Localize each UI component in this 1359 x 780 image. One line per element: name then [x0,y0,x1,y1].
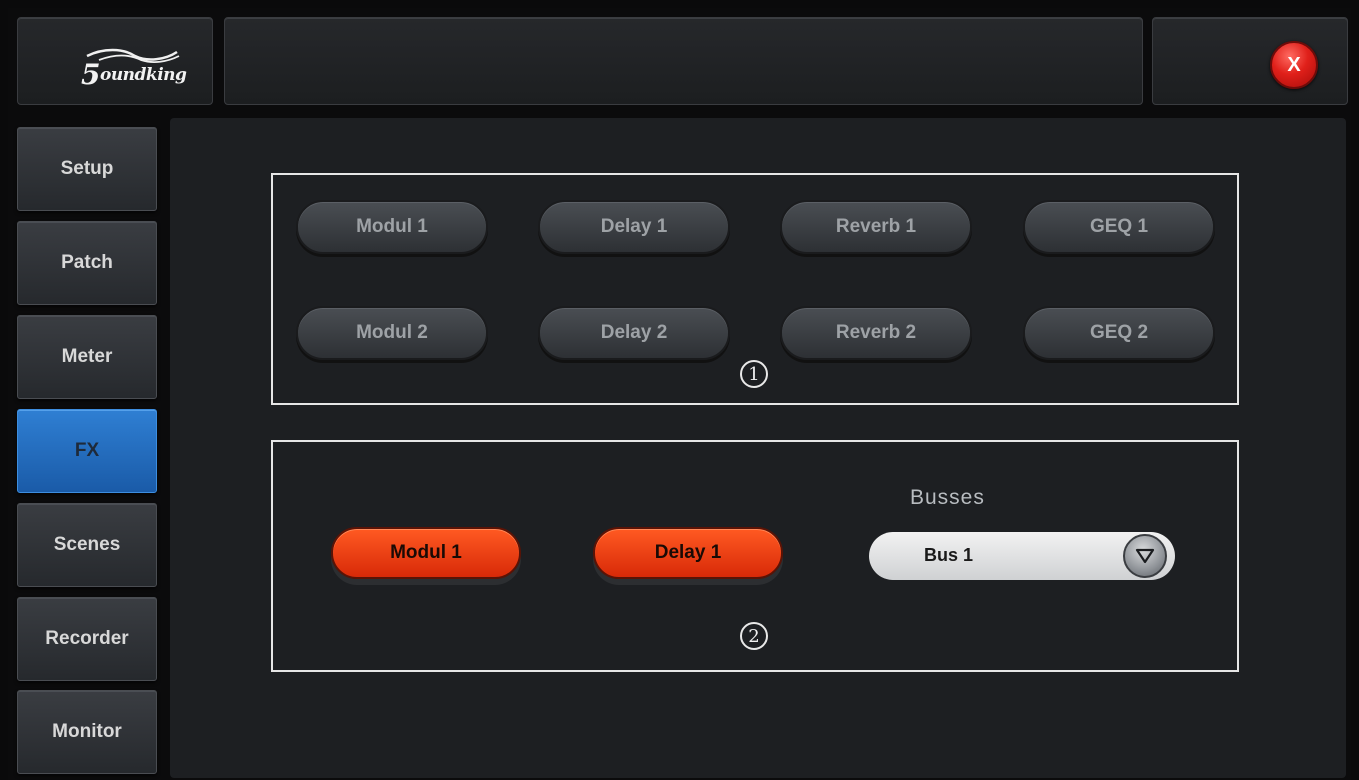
fx-button-label: Modul 2 [356,322,428,343]
sidebar-item-fx[interactable]: FX [17,409,157,493]
selected-fx-modul-1[interactable]: Modul 1 [331,527,521,579]
triangle-down-icon [1135,548,1155,564]
sidebar-item-monitor[interactable]: Monitor [17,690,157,774]
sidebar-item-setup[interactable]: Setup [17,127,157,211]
fx-button-label: Reverb 1 [835,216,917,237]
fx-button-label: Reverb 2 [835,322,917,343]
sidebar-item-label: Recorder [45,628,129,649]
fx-button-label: Delay 1 [600,216,668,237]
sidebar-item-meter[interactable]: Meter [17,315,157,399]
fx-button-label: GEQ 1 [1089,216,1149,237]
fx-button-modul-1[interactable]: Modul 1 [296,200,488,254]
sidebar-item-label: Meter [61,346,113,367]
sidebar-item-label: Setup [60,158,114,179]
dropdown-arrow-icon[interactable] [1123,534,1167,578]
selected-fx-label: Delay 1 [654,542,722,563]
sidebar-item-scenes[interactable]: Scenes [17,503,157,587]
callout-marker-2: 2 [740,622,768,650]
bus-select[interactable]: Bus 1 [869,532,1175,580]
soundking-logo: 5oundking [73,46,193,91]
selected-fx-delay-1[interactable]: Delay 1 [593,527,783,579]
sidebar-item-label: Monitor [52,721,122,742]
bus-select-value: Bus 1 [924,545,974,565]
fx-button-label: GEQ 2 [1089,322,1149,343]
logo-panel: 5oundking [17,17,213,105]
close-panel: X [1152,17,1348,105]
close-button[interactable]: X [1270,41,1318,89]
sidebar-item-label: Patch [61,252,113,273]
fx-button-delay-2[interactable]: Delay 2 [538,306,730,360]
fx-button-geq-1[interactable]: GEQ 1 [1023,200,1215,254]
sidebar-item-label: Scenes [53,534,121,555]
fx-button-label: Delay 2 [600,322,668,343]
fx-button-reverb-1[interactable]: Reverb 1 [780,200,972,254]
sidebar-item-recorder[interactable]: Recorder [17,597,157,681]
close-icon: X [1287,53,1301,76]
fx-button-modul-2[interactable]: Modul 2 [296,306,488,360]
sidebar-item-patch[interactable]: Patch [17,221,157,305]
title-bar [224,17,1143,105]
selected-fx-label: Modul 1 [390,542,462,563]
fx-button-label: Modul 1 [356,216,428,237]
logo-wordmark: 5oundking [81,58,187,91]
fx-button-geq-2[interactable]: GEQ 2 [1023,306,1215,360]
fx-button-delay-1[interactable]: Delay 1 [538,200,730,254]
busses-label: Busses [910,486,985,509]
sidebar-item-label: FX [74,440,100,461]
callout-marker-1: 1 [740,360,768,388]
fx-button-reverb-2[interactable]: Reverb 2 [780,306,972,360]
